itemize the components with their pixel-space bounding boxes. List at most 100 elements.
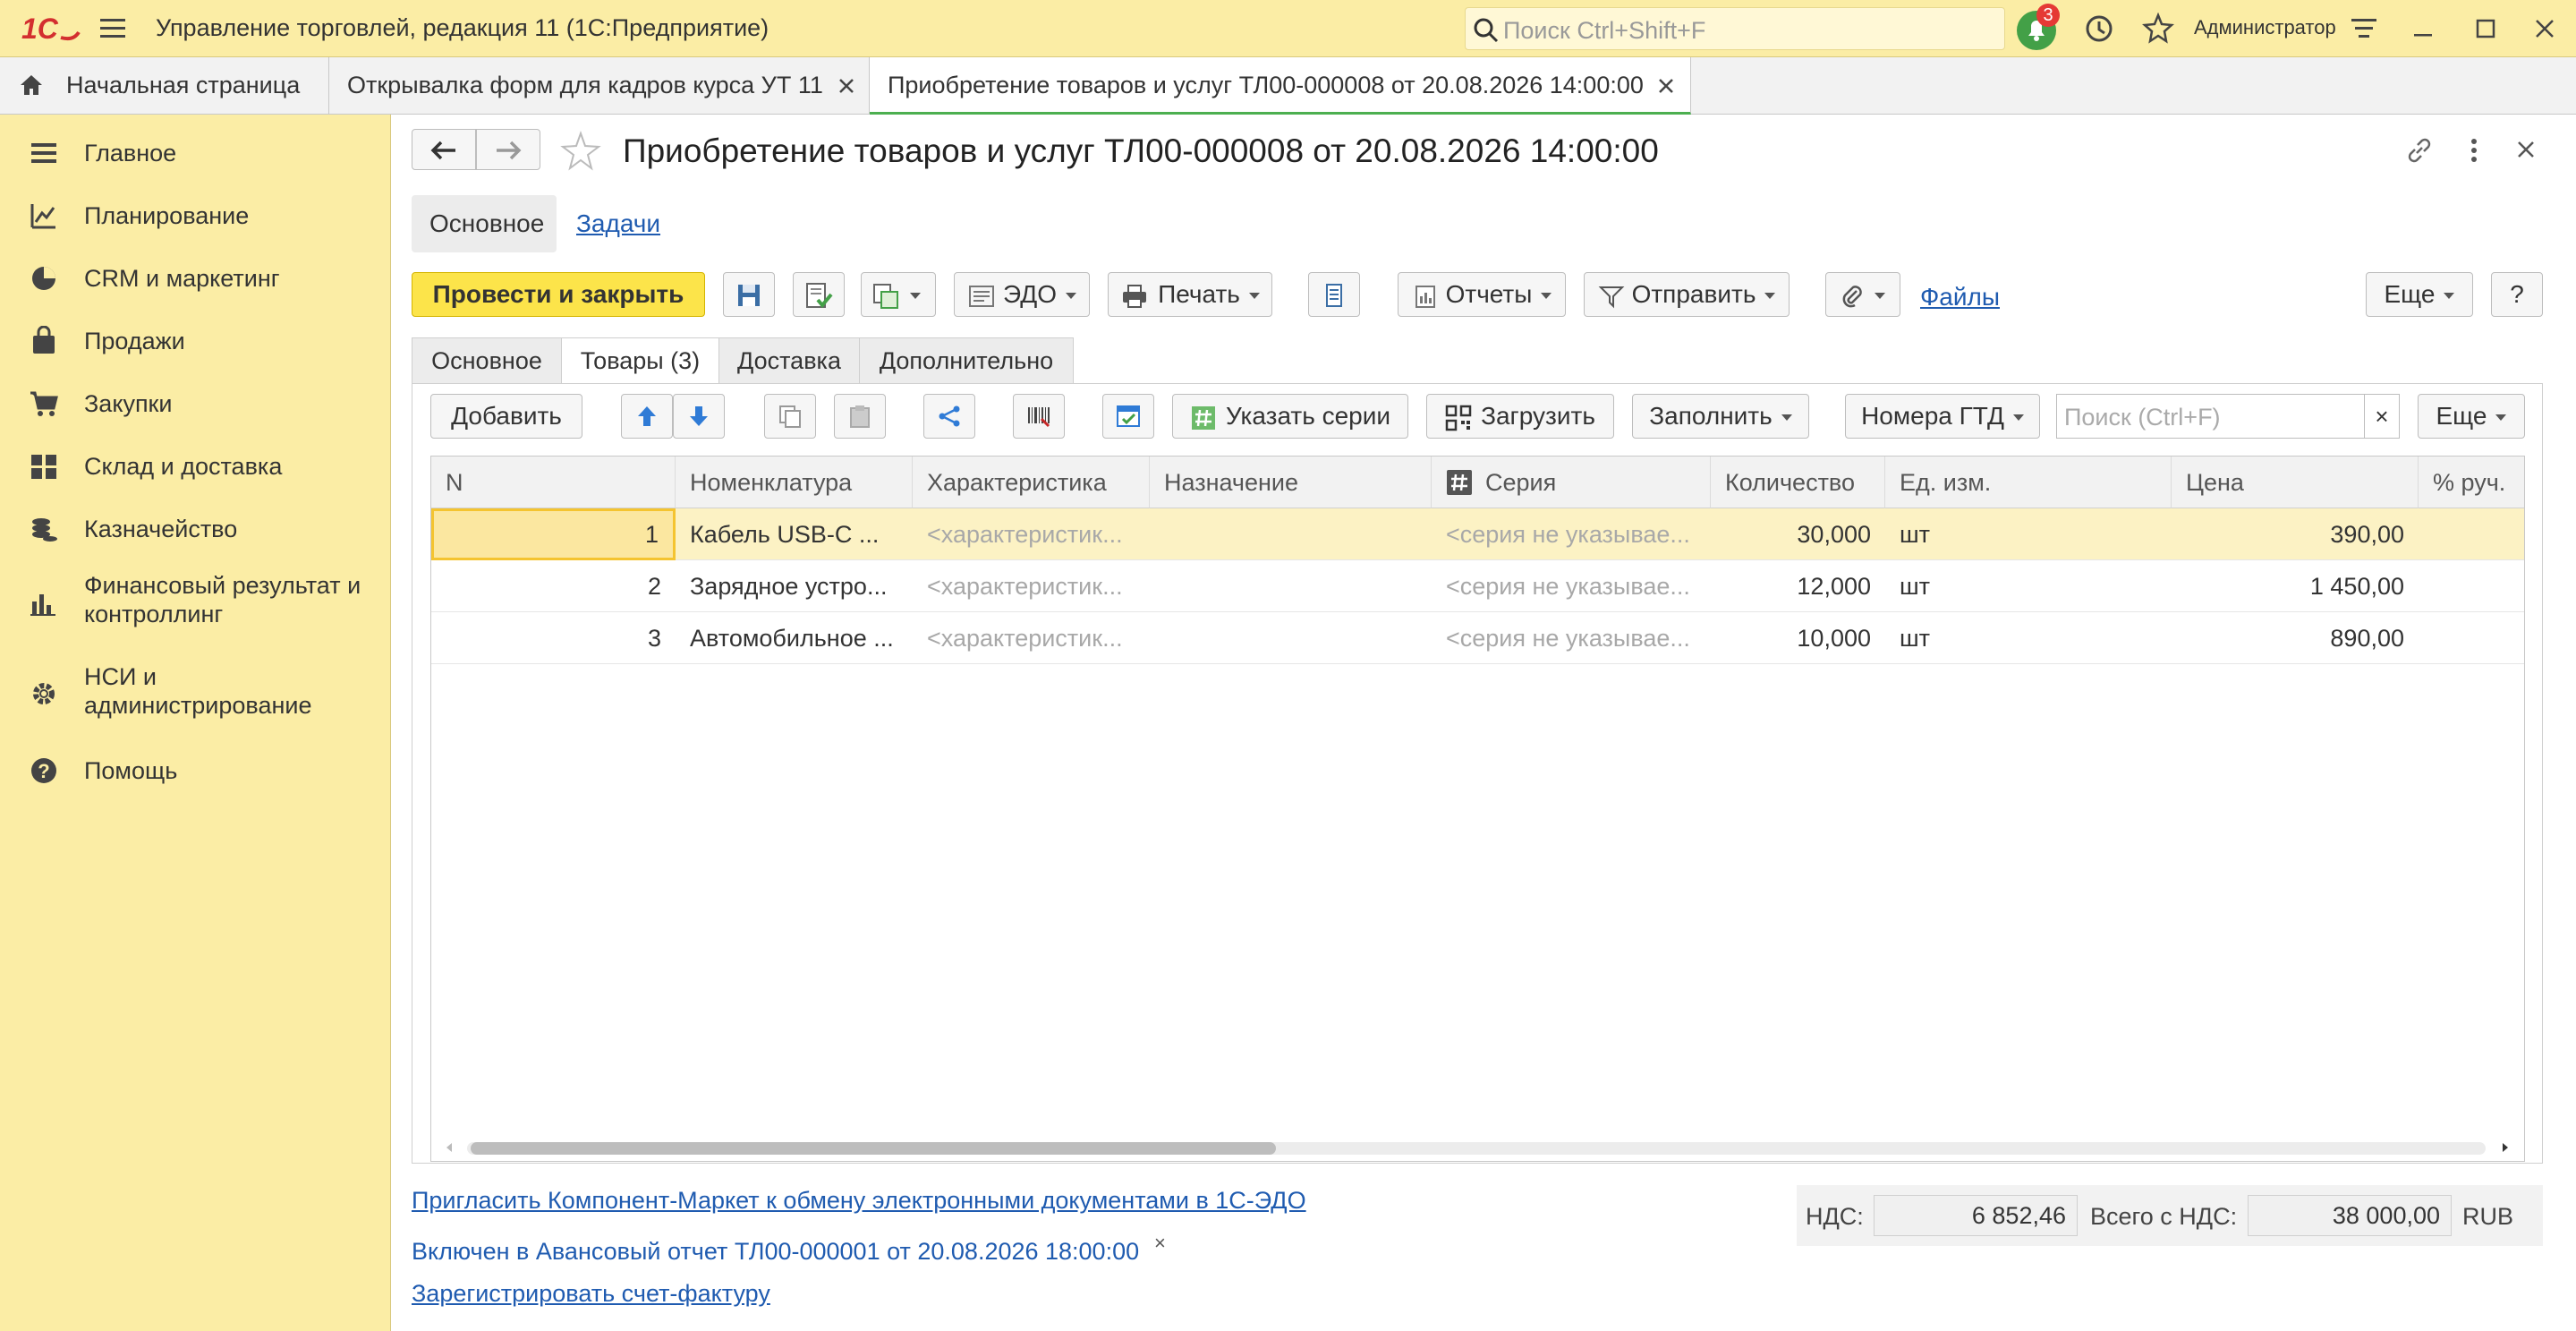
history-icon[interactable]: [2083, 13, 2115, 45]
nav-tasks-link[interactable]: Задачи: [576, 209, 660, 238]
cell-quantity[interactable]: 12,000: [1711, 560, 1885, 612]
sidebar-item-treasury[interactable]: Казначейство: [0, 508, 391, 550]
register-invoice-link[interactable]: Зарегистрировать счет-фактуру: [412, 1280, 770, 1308]
gtd-numbers-button[interactable]: Номера ГТД: [1845, 394, 2040, 439]
col-header-series[interactable]: Серия: [1432, 456, 1711, 508]
scroll-right-icon[interactable]: [2500, 1142, 2511, 1153]
sidebar-item-sales[interactable]: Продажи: [0, 320, 391, 362]
more-vertical-icon[interactable]: [2461, 134, 2487, 166]
sidebar-item-purchases[interactable]: Закупки: [0, 383, 391, 424]
sidebar-item-main[interactable]: Главное: [0, 132, 391, 174]
cell-price[interactable]: 390,00: [2172, 508, 2419, 560]
files-link[interactable]: Файлы: [1920, 283, 2000, 311]
col-header-price[interactable]: Цена: [2172, 456, 2419, 508]
sidebar-item-admin[interactable]: НСИ и администрирование: [0, 661, 391, 727]
help-button[interactable]: ?: [2491, 272, 2543, 317]
link-icon[interactable]: [2403, 134, 2436, 166]
close-window-icon[interactable]: [2532, 16, 2557, 41]
cell-unit[interactable]: шт: [1885, 508, 2172, 560]
global-search-input[interactable]: Поиск Ctrl+Shift+F: [1465, 7, 2005, 50]
cell-price[interactable]: 1 450,00: [2172, 560, 2419, 612]
horizontal-scrollbar[interactable]: [431, 1133, 2524, 1161]
copy-rows-button[interactable]: [764, 394, 816, 439]
cell-characteristic[interactable]: <характеристик...: [913, 508, 1150, 560]
cell-n[interactable]: 1: [431, 508, 676, 560]
col-header-characteristic[interactable]: Характеристика: [913, 456, 1150, 508]
sidebar-item-help[interactable]: ? Помощь: [0, 750, 391, 791]
forward-button[interactable]: [476, 129, 540, 170]
cell-item[interactable]: Кабель USB-C ...: [676, 508, 913, 560]
col-header-n[interactable]: N: [431, 456, 676, 508]
cell-characteristic[interactable]: <характеристик...: [913, 560, 1150, 612]
cell-n[interactable]: 3: [431, 612, 676, 664]
tab-additional[interactable]: Дополнительно: [859, 337, 1074, 384]
post-button[interactable]: [793, 272, 845, 317]
col-header-quantity[interactable]: Количество: [1711, 456, 1885, 508]
favorites-star-icon[interactable]: [2142, 13, 2174, 45]
create-based-on-button[interactable]: [861, 272, 936, 317]
tab-home[interactable]: Начальная страница: [0, 57, 329, 115]
cell-quantity[interactable]: 30,000: [1711, 508, 1885, 560]
table-row[interactable]: 3 Автомобильное ... <характеристик... <с…: [431, 612, 2524, 664]
clear-search-button[interactable]: ×: [2364, 394, 2400, 439]
attachments-button[interactable]: [1825, 272, 1900, 317]
close-tab-icon[interactable]: [1657, 77, 1675, 95]
col-header-manual-percent[interactable]: % руч.: [2419, 456, 2524, 508]
load-button[interactable]: Загрузить: [1426, 394, 1614, 439]
close-included-icon[interactable]: ×: [1154, 1232, 1166, 1255]
more-button[interactable]: Еще: [2366, 272, 2473, 317]
goods-table[interactable]: N Номенклатура Характеристика Назначение…: [430, 456, 2525, 1162]
cell-purpose[interactable]: [1150, 560, 1432, 612]
move-down-button[interactable]: [673, 394, 725, 439]
close-tab-icon[interactable]: [837, 77, 855, 95]
edo-button[interactable]: ЭДО: [954, 272, 1090, 317]
nav-main[interactable]: Основное: [412, 195, 557, 252]
cell-n[interactable]: 2: [431, 560, 676, 612]
user-name[interactable]: Администратор: [2194, 16, 2336, 39]
cell-series[interactable]: <серия не указывае...: [1432, 612, 1711, 664]
cell-series[interactable]: <серия не указывае...: [1432, 508, 1711, 560]
cell-purpose[interactable]: [1150, 612, 1432, 664]
cell-characteristic[interactable]: <характеристик...: [913, 612, 1150, 664]
cell-unit[interactable]: шт: [1885, 612, 2172, 664]
specify-series-button[interactable]: Указать серии: [1172, 394, 1408, 439]
included-in-advance-report[interactable]: Включен в Авансовый отчет ТЛ00-000001 от…: [412, 1238, 1139, 1266]
cell-price[interactable]: 890,00: [2172, 612, 2419, 664]
cell-item[interactable]: Зарядное устро...: [676, 560, 913, 612]
scrollbar-thumb[interactable]: [471, 1142, 1276, 1155]
post-and-close-button[interactable]: Провести и закрыть: [412, 272, 705, 317]
table-row[interactable]: 1 Кабель USB-C ... <характеристик... <се…: [431, 508, 2524, 560]
table-search-input[interactable]: Поиск (Ctrl+F): [2056, 394, 2400, 439]
maximize-icon[interactable]: [2473, 16, 2498, 41]
hamburger-menu-icon[interactable]: [98, 16, 127, 41]
sidebar-item-warehouse[interactable]: Склад и доставка: [0, 446, 391, 487]
favorite-star-icon[interactable]: [560, 131, 601, 172]
structure-button[interactable]: [1308, 272, 1360, 317]
tab-main[interactable]: Основное: [412, 337, 562, 384]
col-header-unit[interactable]: Ед. изм.: [1885, 456, 2172, 508]
send-button[interactable]: Отправить: [1584, 272, 1790, 317]
scroll-left-icon[interactable]: [444, 1142, 455, 1153]
cell-purpose[interactable]: [1150, 508, 1432, 560]
add-row-button[interactable]: Добавить: [430, 394, 582, 439]
sidebar-item-financial-result[interactable]: Финансовый результат и контроллинг: [0, 569, 391, 636]
col-header-purpose[interactable]: Назначение: [1150, 456, 1432, 508]
cell-item[interactable]: Автомобильное ...: [676, 612, 913, 664]
cell-quantity[interactable]: 10,000: [1711, 612, 1885, 664]
fill-button[interactable]: Заполнить: [1632, 394, 1809, 439]
barcode-button[interactable]: [1013, 394, 1065, 439]
invite-edo-link[interactable]: Пригласить Компонент-Маркет к обмену эле…: [412, 1187, 1306, 1215]
settings-lines-icon[interactable]: [2350, 16, 2378, 41]
sidebar-item-crm[interactable]: CRM и маркетинг: [0, 258, 391, 299]
print-button[interactable]: Печать: [1108, 272, 1272, 317]
col-header-item[interactable]: Номенклатура: [676, 456, 913, 508]
tab-forms-opener[interactable]: Открывалка форм для кадров курса УТ 11: [329, 57, 870, 115]
distribute-button[interactable]: [923, 394, 975, 439]
save-button[interactable]: [723, 272, 775, 317]
tab-delivery[interactable]: Доставка: [718, 337, 860, 384]
back-button[interactable]: [412, 129, 476, 170]
tab-goods[interactable]: Товары (3): [561, 337, 719, 384]
move-up-button[interactable]: [621, 394, 673, 439]
1c-logo-icon[interactable]: 1С: [21, 13, 81, 45]
reports-button[interactable]: Отчеты: [1398, 272, 1566, 317]
